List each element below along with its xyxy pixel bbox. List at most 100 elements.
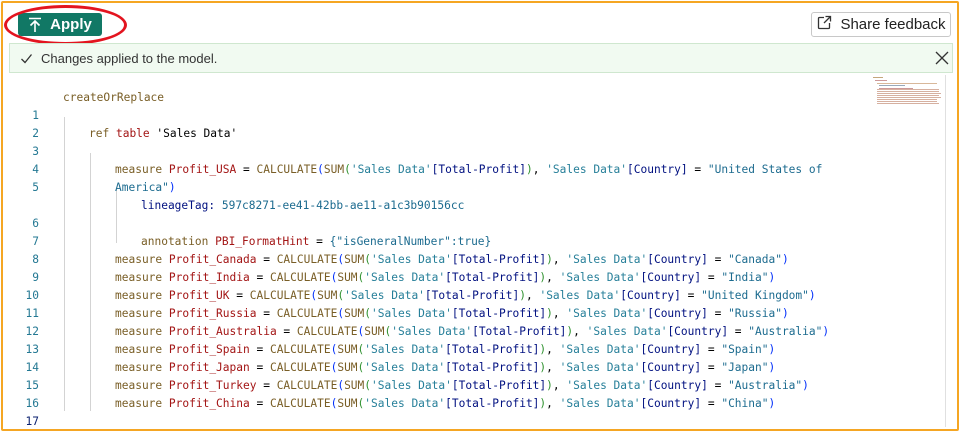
code-line: 12 measure Profit_Russia = CALCULATE(SUM… [9, 305, 789, 338]
function: CALCULATE [249, 289, 311, 302]
column-ref: [Total-Profit] [451, 307, 547, 320]
code-line: 10 measure Profit_India = CALCULATE(SUM(… [9, 269, 776, 302]
apply-upload-icon [28, 17, 42, 33]
string-literal: "Australia" [748, 325, 823, 338]
table-ref: 'Sales Data' [566, 379, 648, 392]
code-line: 9 measure Profit_Canada = CALCULATE(SUM(… [9, 251, 788, 284]
minimap[interactable] [869, 75, 943, 195]
function: CALCULATE [296, 325, 358, 338]
code-line: 14 measure Profit_Spain = CALCULATE(SUM(… [9, 341, 776, 374]
keyword: measure [115, 343, 163, 356]
table-ref: 'Sales Data' [559, 271, 641, 284]
string-literal: "India" [721, 271, 769, 284]
column-ref: [Total-Profit] [445, 397, 540, 410]
column-ref: [Total-Profit] [445, 361, 540, 374]
code-line: 2 [9, 107, 49, 140]
table-ref: 'Sales Data' [350, 163, 432, 176]
code-editor[interactable]: 1 createOrReplace 2 3 ref table 'Sales D… [9, 75, 953, 428]
table-ref: 'Sales Data' [371, 379, 452, 392]
table-ref: 'Sales Data' [371, 253, 452, 266]
table-ref: 'Sales Data' [539, 289, 621, 302]
table-ref: 'Sales Data' [364, 361, 446, 374]
function: CALCULATE [269, 343, 331, 356]
keyword: measure [115, 379, 163, 392]
measure-name: Profit_Japan [168, 361, 250, 374]
column-ref: [Country] [627, 163, 688, 176]
column-ref: [Country] [640, 343, 702, 356]
table-ref: 'Sales Data' [364, 343, 446, 356]
share-feedback-button[interactable]: Share feedback [811, 12, 951, 37]
keyword: measure [115, 253, 163, 266]
indent-guide [90, 153, 91, 411]
banner-message: Changes applied to the model. [41, 50, 218, 66]
table-name: 'Sales Data' [156, 127, 238, 140]
keyword: ref [89, 127, 110, 140]
function: SUM [337, 361, 358, 374]
string-literal: "China" [721, 397, 769, 410]
measure-name: Profit_Turkey [168, 379, 257, 392]
keyword: measure [115, 289, 163, 302]
keyword: measure [115, 271, 163, 284]
column-ref: [Country] [620, 289, 681, 302]
column-ref: [Country] [647, 379, 708, 392]
string-literal: "Russia" [728, 307, 782, 320]
column-ref: [Total-Profit] [451, 379, 547, 392]
apply-button[interactable]: Apply [18, 13, 102, 36]
string-literal: "Spain" [721, 343, 769, 356]
column-ref: [Country] [647, 253, 708, 266]
string-literal: America" [115, 181, 169, 194]
external-link-icon [816, 15, 832, 35]
apply-label: Apply [50, 16, 92, 33]
string-literal: "Japan" [721, 361, 769, 374]
measure-name: Profit_Australia [168, 325, 277, 338]
function: CALCULATE [269, 397, 331, 410]
code-line: 3 ref table 'Sales Data' [9, 125, 237, 158]
table-ref: 'Sales Data' [559, 397, 641, 410]
table-ref: 'Sales Data' [566, 307, 648, 320]
column-ref: [Country] [640, 271, 702, 284]
toolbar: Apply Share feedback [3, 3, 957, 45]
column-ref: [Total-Profit] [431, 163, 526, 176]
success-banner: Changes applied to the model. [9, 43, 953, 73]
code-line: 17 measure Profit_China = CALCULATE(SUM(… [9, 395, 776, 428]
measure-name: Profit_China [168, 397, 250, 410]
column-ref: [Total-Profit] [445, 343, 540, 356]
function: CALCULATE [269, 271, 331, 284]
column-ref: [Total-Profit] [451, 253, 547, 266]
string-literal: "United Kingdom" [701, 289, 809, 302]
keyword: measure [115, 325, 163, 338]
annotation-value: {"isGeneralNumber":true} [329, 235, 492, 248]
code-line: 11 measure Profit_UK = CALCULATE(SUM('Sa… [9, 287, 816, 320]
table-ref: 'Sales Data' [559, 361, 641, 374]
function: CALCULATE [269, 361, 331, 374]
column-ref: [Country] [647, 307, 708, 320]
keyword: measure [115, 397, 163, 410]
close-icon[interactable] [934, 50, 950, 69]
function: SUM [337, 343, 358, 356]
table-ref: 'Sales Data' [546, 163, 628, 176]
measure-name: Profit_India [168, 271, 250, 284]
measure-name: Profit_Russia [168, 307, 257, 320]
function: SUM [364, 325, 385, 338]
indent-guide [64, 117, 65, 411]
scrollbar-track[interactable] [945, 75, 946, 427]
code-line: 4 [9, 143, 49, 176]
function: CALCULATE [276, 307, 338, 320]
function: SUM [323, 163, 345, 176]
string-literal: "United States of [707, 163, 823, 176]
function: SUM [344, 253, 365, 266]
measure-name: Profit_USA [168, 163, 237, 176]
function: SUM [337, 397, 358, 410]
code-line: 15 measure Profit_Japan = CALCULATE(SUM(… [9, 359, 776, 392]
function: CALCULATE [276, 253, 338, 266]
table-ref: 'Sales Data' [364, 397, 446, 410]
column-ref: [Total-Profit] [445, 271, 540, 284]
function: SUM [337, 271, 358, 284]
annotation-name: PBI_FormatHint [215, 235, 310, 248]
column-ref: [Country] [640, 397, 702, 410]
code-line: 13 measure Profit_Australia = CALCULATE(… [9, 323, 830, 356]
code-line: 8 annotation PBI_FormatHint = {"isGenera… [9, 233, 491, 266]
function: SUM [344, 379, 365, 392]
property-key: lineageTag: [141, 199, 216, 212]
column-ref: [Country] [667, 325, 729, 338]
